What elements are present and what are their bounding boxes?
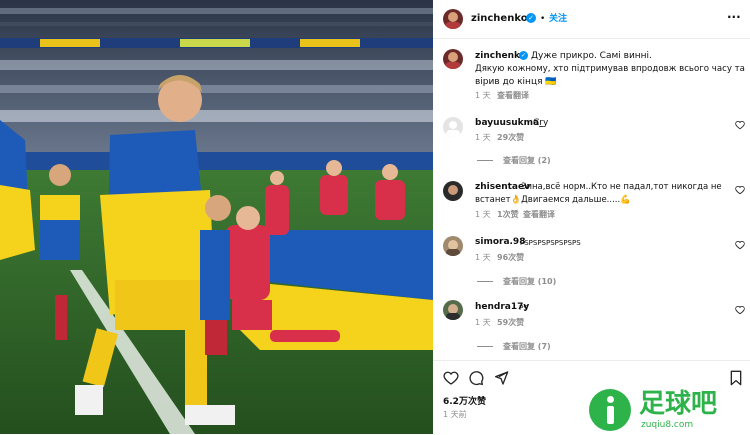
comment-avatar[interactable] [443,300,463,320]
comment-text: PSPSPSPSPSPSPS [520,239,581,247]
like-heart-icon[interactable] [443,370,459,386]
comment-text-line2: встанет👌Двигаемся дальше.....💪 [475,195,631,205]
view-replies-link[interactable]: 查看回复 (10) [503,276,556,288]
caption-translate-link[interactable]: 查看翻译 [497,90,529,102]
post-date: 1 天前 [443,410,467,419]
avatar[interactable] [443,9,463,29]
brand-logo-icon [589,389,631,431]
comment-translate-link[interactable]: 查看翻译 [523,209,555,221]
watermark: 足球吧 zuqiu8.com [585,386,750,434]
comment-likes[interactable]: 1次赞 [497,209,519,221]
share-icon[interactable] [493,370,509,386]
comment-avatar[interactable] [443,117,463,137]
replies-divider [477,281,493,282]
comment-time[interactable]: 1 天 [475,317,491,329]
caption-avatar[interactable] [443,49,463,69]
replies-divider [477,160,493,161]
post-header: zinchenko ✓ • 关注 ··· [433,0,750,39]
comment-text: Зина,всё норм..Кто не падал,тот никогда … [521,182,722,192]
caption-text-line2: Дякую кожному, хто підтримував впродовж … [475,64,745,74]
verified-badge-icon: ✓ [519,51,528,60]
comment-likes[interactable]: 59次赞 [497,317,524,329]
post-panel: zinchenko ✓ • 关注 ··· zinchenko ✓ Дуже пр… [433,0,750,434]
comment-time[interactable]: 1 天 [475,252,491,264]
comment-text: Cry [533,118,549,128]
follow-button[interactable]: 关注 [549,13,567,25]
view-replies-link[interactable]: 查看回复 (7) [503,341,551,353]
comment-avatar[interactable] [443,181,463,201]
comment-text: PS [519,304,528,312]
watermark-url: zuqiu8.com [641,420,694,430]
comment-likes[interactable]: 96次赞 [497,252,524,264]
caption-text-line3: вірив до кінця 🇺🇦 [475,77,557,87]
more-options-button[interactable]: ··· [727,11,741,23]
comment-likes[interactable]: 29次赞 [497,132,524,144]
heart-icon[interactable] [735,120,745,130]
stadium-photo [0,0,433,434]
replies-divider [477,346,493,347]
likes-count[interactable]: 6.2万次赞 [443,396,486,408]
heart-icon[interactable] [735,240,745,250]
comment-icon[interactable] [468,370,484,386]
post-photo[interactable] [0,0,433,434]
heart-icon[interactable] [735,185,745,195]
bookmark-icon[interactable] [729,370,743,386]
comment-time[interactable]: 1 天 [475,132,491,144]
header-username[interactable]: zinchenko [471,13,528,25]
view-replies-link[interactable]: 查看回复 (2) [503,155,551,167]
caption-text: Дуже прикро. Самі винні. [531,51,652,61]
separator-dot: • [540,14,546,24]
watermark-brand: 足球吧 [639,389,718,419]
comment-username[interactable]: simora.98 [475,236,525,248]
comment-avatar[interactable] [443,236,463,256]
heart-icon[interactable] [735,305,745,315]
caption-time[interactable]: 1 天 [475,90,491,102]
verified-badge-icon: ✓ [526,13,536,23]
comment-time[interactable]: 1 天 [475,209,491,221]
